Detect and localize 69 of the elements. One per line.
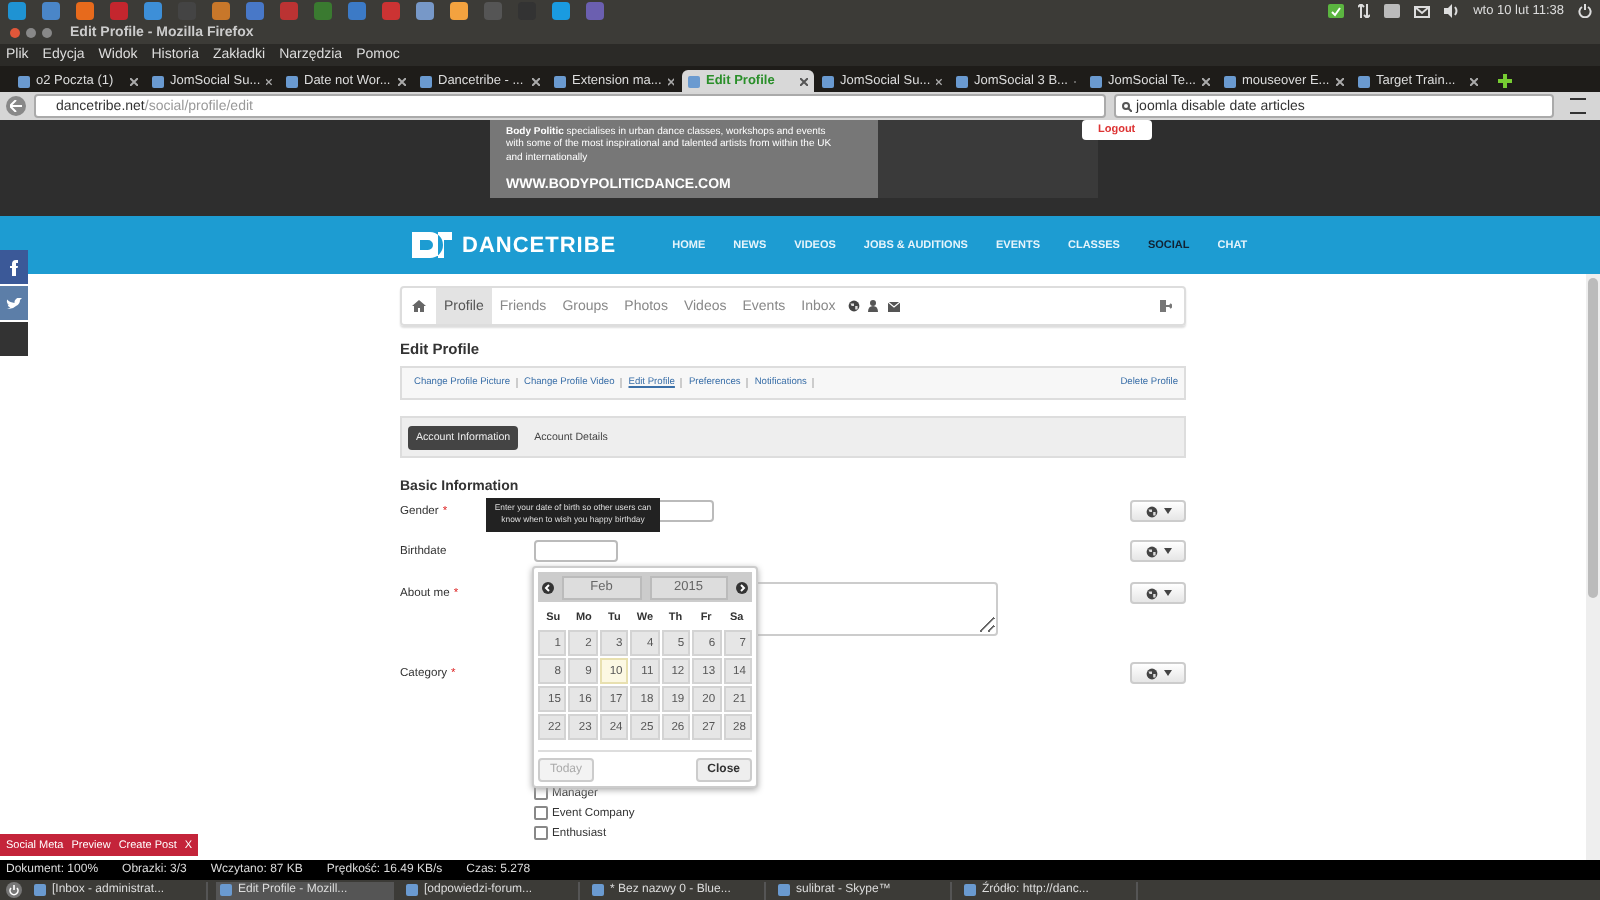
privacy-button[interactable] (1130, 582, 1186, 604)
close-icon[interactable] (667, 77, 674, 85)
page-icon (1224, 75, 1236, 87)
envelope-icon[interactable] (887, 301, 900, 311)
close-icon[interactable] (532, 77, 540, 85)
close-icon[interactable] (1470, 77, 1478, 85)
plus-icon[interactable] (1498, 74, 1512, 88)
caret-icon (1163, 548, 1171, 554)
close-icon[interactable] (398, 77, 406, 85)
close-icon[interactable] (1336, 77, 1344, 85)
page-icon (420, 75, 432, 87)
app-icon (34, 884, 46, 896)
check-icon (1327, 4, 1344, 18)
privacy-button[interactable] (1130, 540, 1186, 562)
power-icon[interactable] (1578, 4, 1592, 18)
minimize-button[interactable] (26, 28, 36, 38)
close-icon[interactable] (800, 77, 808, 85)
scrollbar[interactable] (1586, 274, 1600, 860)
close-icon[interactable] (936, 77, 942, 85)
checkbox[interactable] (534, 826, 548, 840)
page-icon (286, 75, 298, 87)
page-icon (554, 75, 566, 87)
globe-icon (847, 300, 860, 312)
mail-icon (1413, 5, 1430, 17)
close-icon[interactable] (1202, 77, 1210, 85)
privacy-button[interactable] (1130, 662, 1186, 684)
checkbox[interactable] (534, 806, 548, 820)
page-icon (822, 75, 834, 87)
birthdate-field[interactable] (534, 540, 618, 562)
arrow-icon (10, 100, 22, 112)
next-icon[interactable] (736, 581, 748, 593)
user-icon[interactable] (868, 300, 879, 312)
network-icon (1357, 4, 1370, 18)
facebook-icon (10, 259, 18, 275)
globe-icon (1145, 587, 1157, 599)
app-icon (220, 884, 232, 896)
close-icon[interactable] (130, 77, 138, 85)
back-button[interactable] (6, 96, 26, 116)
facebook-share-button[interactable] (0, 250, 28, 284)
close-button[interactable] (10, 28, 20, 38)
page-icon (688, 75, 700, 87)
caret-icon (1163, 590, 1171, 596)
menu-icon[interactable] (1570, 98, 1586, 114)
twitter-share-button[interactable] (0, 286, 28, 320)
maximize-button[interactable] (42, 28, 52, 38)
app-icon (406, 884, 418, 896)
page-icon (1090, 75, 1102, 87)
search-icon (1122, 101, 1132, 111)
close-icon[interactable] (266, 77, 272, 85)
volume-icon (1443, 4, 1460, 18)
logo-icon (412, 232, 452, 258)
privacy-button[interactable] (1130, 500, 1186, 522)
exit-icon[interactable] (1160, 300, 1172, 312)
globe-icon (1145, 505, 1157, 517)
caret-icon (1163, 670, 1171, 676)
caret-icon (1163, 508, 1171, 514)
page-icon (1358, 75, 1370, 87)
globe-icon (1145, 545, 1157, 557)
globe-icon (1145, 667, 1157, 679)
page-icon (18, 75, 30, 87)
previous-icon[interactable] (542, 581, 554, 593)
page-icon (956, 75, 968, 87)
bird-icon (6, 297, 22, 309)
logo-text: DANCETRIBE (462, 233, 617, 257)
page-icon (152, 75, 164, 87)
app-icon (964, 884, 976, 896)
app-icon (592, 884, 604, 896)
app-icon (778, 884, 790, 896)
home-icon[interactable] (412, 300, 426, 312)
